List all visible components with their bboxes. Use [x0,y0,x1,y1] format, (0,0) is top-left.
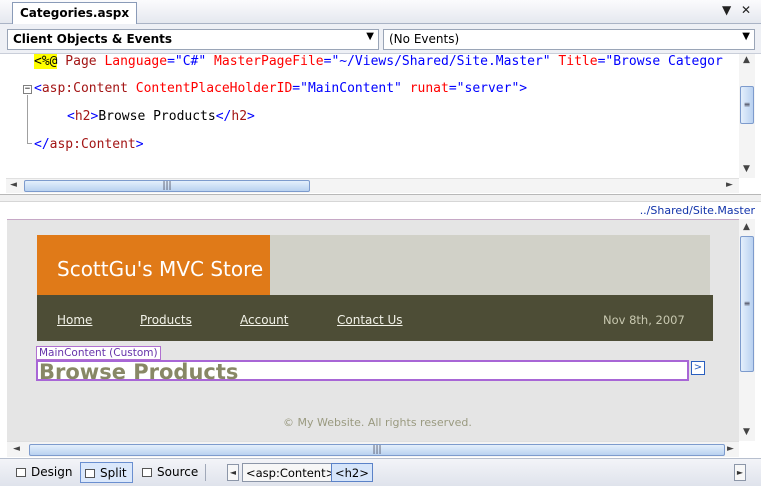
nav-link-home[interactable]: Home [57,313,92,327]
directive-name: Page [57,54,97,69]
bracket: > [247,109,255,124]
nav-link-account[interactable]: Account [240,313,288,327]
h2-text: Browse Products [98,109,216,124]
code-line-2: <asp:Content ContentPlaceHolderID="MainC… [34,81,527,96]
design-vertical-scrollbar[interactable]: ▲ ≡ ▼ [739,219,755,441]
scroll-down-icon[interactable]: ▼ [743,427,750,437]
split-view-icon [85,469,95,478]
fold-guide [27,95,28,143]
nav-link-contact[interactable]: Contact Us [337,313,403,327]
code-line-1: <%@ Page Language="C#" MasterPageFile="~… [34,54,723,69]
document-tab[interactable]: Categories.aspx [12,2,138,24]
chevron-down-icon: ▼ [742,31,750,42]
design-view-label: Design [31,465,73,479]
attr-placeholder-id: ContentPlaceHolderID [127,81,293,96]
scroll-thumb[interactable]: ≡ [740,236,754,372]
tag-h2: h2 [74,109,91,124]
scroll-left-icon[interactable]: ◄ [13,444,20,454]
val-title: ="Browse Categor [597,54,723,69]
scroll-down-icon[interactable]: ▼ [743,164,750,174]
attr-masterpagefile: MasterPageFile [206,54,324,69]
bracket: < [34,81,42,96]
site-logo-text: ScottGu's MVC Store [57,257,264,281]
scroll-left-icon[interactable]: ◄ [10,180,17,190]
design-surface[interactable]: ScottGu's MVC Store Home Products Accoun… [7,219,739,441]
divider [205,464,206,481]
chevron-down-icon: ▼ [366,31,374,42]
split-view-button[interactable]: Split [80,462,133,483]
source-view-icon [142,468,152,477]
page-heading[interactable]: Browse Products [39,360,238,384]
val-runat: ="server" [448,81,520,96]
val-language: ="C#" [167,54,207,69]
navigation-dropdown-bar: Client Objects & Events ▼ (No Events) ▼ [0,24,761,54]
tag-asp-content: asp:Content [41,81,128,96]
next-tag-icon[interactable]: ► [734,464,746,481]
code-line-4: </asp:Content> [34,137,144,152]
split-divider[interactable] [0,194,761,202]
design-view-button[interactable]: Design [12,462,77,483]
client-objects-dropdown[interactable]: Client Objects & Events ▼ [7,29,379,50]
document-tab-bar: Categories.aspx ▼ ✕ [0,0,761,24]
attr-title: Title [550,54,598,69]
client-objects-value: Client Objects & Events [13,32,173,46]
source-editor[interactable]: <%@ Page Language="C#" MasterPageFile="~… [6,54,755,178]
val-placeholder-id: ="MainContent" [292,81,402,96]
tag-h2-close: h2 [231,109,248,124]
source-view-button[interactable]: Source [138,462,203,483]
content-placeholder-label[interactable]: MainContent (Custom) [36,346,161,360]
attr-language: Language [96,54,168,69]
smart-tag-icon[interactable]: > [691,361,705,375]
breadcrumb-asp-content[interactable]: <asp:Content> [242,463,340,482]
scroll-thumb[interactable]: ≡ [740,86,754,124]
split-view-label: Split [100,466,127,480]
collapse-icon[interactable]: − [23,85,32,94]
site-logo: ScottGu's MVC Store [37,235,270,295]
bracket: </ [215,109,232,124]
events-value: (No Events) [389,32,460,46]
bracket: > [135,137,144,152]
bracket: > [519,81,528,96]
content-placeholder[interactable]: Browse Products [36,360,689,384]
scroll-thumb[interactable]: ||| [24,180,310,192]
source-view-label: Source [157,465,199,479]
nav-date: Nov 8th, 2007 [603,313,685,327]
scroll-right-icon[interactable]: ► [727,444,734,454]
source-horizontal-scrollbar[interactable]: ◄ ||| ► [6,178,739,193]
design-view-icon [16,468,26,477]
bracket: </ [34,137,50,152]
fold-guide-end [27,143,32,144]
view-switcher-bar: Design Split Source ◄ <asp:Content> <h2>… [0,458,761,486]
code-line-3: <h2>Browse Products</h2> [67,109,255,124]
previous-tag-icon[interactable]: ◄ [227,464,239,481]
events-dropdown[interactable]: (No Events) ▼ [383,29,755,50]
site-footer: © My Website. All rights reserved. [283,416,472,429]
attr-runat: runat [401,81,449,96]
directive-open: <%@ [34,54,58,69]
close-icon[interactable]: ✕ [741,3,751,17]
scroll-up-icon[interactable]: ▲ [743,55,750,65]
scroll-thumb[interactable]: ||| [29,444,725,456]
tag-asp-content-close: asp:Content [49,137,136,152]
scroll-up-icon[interactable]: ▲ [743,222,750,232]
breadcrumb-h2[interactable]: <h2> [331,463,373,482]
source-vertical-scrollbar[interactable]: ▲ ≡ ▼ [739,54,755,178]
window-menu-icon[interactable]: ▼ [722,3,731,17]
site-nav: Home Products Account Contact Us Nov 8th… [37,295,713,341]
val-masterpagefile: ="~/Views/Shared/Site.Master" [323,54,551,69]
master-page-link[interactable]: ../Shared/Site.Master [640,204,755,217]
scroll-right-icon[interactable]: ► [726,180,733,190]
design-horizontal-scrollbar[interactable]: ◄ ||| ► [7,441,739,457]
nav-link-products[interactable]: Products [140,313,192,327]
bracket: < [67,109,75,124]
